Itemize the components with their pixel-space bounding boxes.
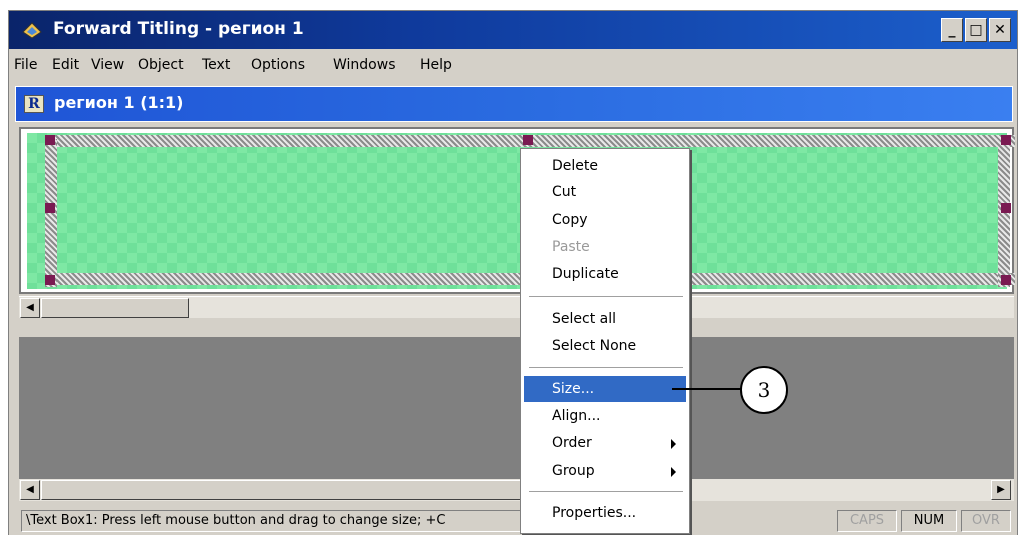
callout-number: 3: [740, 366, 788, 414]
ctx-align[interactable]: Align...: [524, 403, 686, 429]
text-box-region[interactable]: [27, 133, 1015, 289]
status-bar: \Text Box1: Press left mouse button and …: [9, 507, 1017, 535]
document-title: регион 1 (1:1): [54, 93, 184, 112]
scroll-left-icon[interactable]: ◀: [20, 480, 40, 500]
scroll-right-icon[interactable]: ▶: [991, 480, 1011, 500]
document-icon: R: [24, 95, 44, 113]
menu-separator: [529, 367, 683, 368]
resize-handle-middle-left[interactable]: [45, 203, 55, 213]
ctx-order[interactable]: Order: [524, 430, 686, 456]
workspace-background: [19, 337, 1014, 479]
menu-separator: [529, 296, 683, 297]
ctx-order-label: Order: [552, 435, 592, 451]
app-icon: [22, 22, 42, 39]
resize-handle-top-center[interactable]: [523, 135, 533, 145]
menu-file[interactable]: File: [14, 57, 37, 73]
status-message: \Text Box1: Press left mouse button and …: [21, 510, 521, 532]
ctx-duplicate[interactable]: Duplicate: [524, 261, 686, 287]
menu-text[interactable]: Text: [202, 57, 230, 73]
submenu-arrow-icon: [671, 467, 676, 477]
status-num-indicator: NUM: [901, 510, 957, 532]
scroll-thumb[interactable]: [41, 298, 189, 318]
minimize-button[interactable]: _: [941, 18, 963, 42]
document-title-bar[interactable]: R регион 1 (1:1): [15, 86, 1013, 122]
resize-handle-bottom-right[interactable]: [1001, 275, 1011, 285]
resize-handle-top-left[interactable]: [45, 135, 55, 145]
ctx-select-all[interactable]: Select all: [524, 306, 686, 332]
ctx-size[interactable]: Size...: [524, 376, 686, 402]
ctx-select-none[interactable]: Select None: [524, 333, 686, 359]
canvas-horizontal-scrollbar[interactable]: ◀: [19, 296, 1014, 318]
workspace-horizontal-scrollbar[interactable]: ◀ ▶: [19, 479, 1014, 501]
ctx-properties[interactable]: Properties...: [524, 500, 686, 526]
close-button[interactable]: ✕: [989, 18, 1011, 42]
ctx-group[interactable]: Group: [524, 458, 686, 484]
canvas-frame: [19, 127, 1015, 294]
app-window: Forward Titling - регион 1 _ □ ✕ File Ed…: [8, 10, 1018, 535]
menu-options[interactable]: Options: [251, 57, 305, 73]
ctx-cut[interactable]: Cut: [524, 179, 686, 205]
ctx-delete[interactable]: Delete: [524, 153, 686, 179]
context-menu: Delete Cut Copy Paste Duplicate Select a…: [520, 148, 690, 534]
menu-windows[interactable]: Windows: [333, 57, 396, 73]
resize-handle-bottom-left[interactable]: [45, 275, 55, 285]
status-ovr-indicator: OVR: [961, 510, 1011, 532]
title-bar[interactable]: Forward Titling - регион 1 _ □ ✕: [9, 11, 1017, 49]
selection-border-left: [45, 139, 57, 287]
submenu-arrow-icon: [671, 439, 676, 449]
status-caps-indicator: CAPS: [837, 510, 897, 532]
maximize-button[interactable]: □: [965, 18, 987, 42]
ctx-group-label: Group: [552, 463, 595, 479]
selection-border-right: [998, 139, 1010, 287]
scroll-thumb[interactable]: [41, 480, 531, 500]
menu-separator: [529, 491, 683, 492]
callout-line: [672, 388, 742, 390]
menu-object[interactable]: Object: [138, 57, 184, 73]
ctx-paste[interactable]: Paste: [524, 234, 686, 260]
menu-view[interactable]: View: [91, 57, 124, 73]
menu-edit[interactable]: Edit: [52, 57, 79, 73]
resize-handle-middle-right[interactable]: [1001, 203, 1011, 213]
scroll-left-icon[interactable]: ◀: [20, 298, 40, 318]
ctx-copy[interactable]: Copy: [524, 207, 686, 233]
menu-help[interactable]: Help: [420, 57, 452, 73]
resize-handle-top-right[interactable]: [1001, 135, 1011, 145]
menu-bar: File Edit View Object Text Options Windo…: [9, 51, 1017, 79]
window-title: Forward Titling - регион 1: [53, 19, 304, 39]
